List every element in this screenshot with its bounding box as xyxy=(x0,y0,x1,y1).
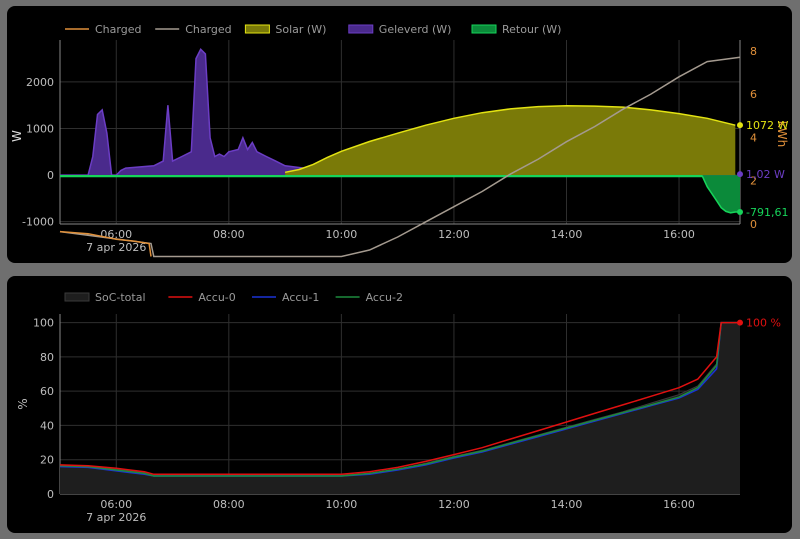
y-tick-label: 100 xyxy=(33,317,54,330)
solar-series-area xyxy=(285,105,736,176)
y-tick-label: 80 xyxy=(40,351,54,364)
x-tick-label: 12:00 xyxy=(438,228,470,241)
y2-tick-label: 6 xyxy=(750,88,757,101)
legend-label: Accu-1 xyxy=(282,291,319,304)
y-tick-label: 20 xyxy=(40,454,54,467)
x-date-label: 7 apr 2026 xyxy=(86,511,146,524)
legend-label: Retour (W) xyxy=(502,23,561,36)
y-tick-label: 0 xyxy=(47,488,54,501)
end-marker xyxy=(737,208,743,215)
soc-end-label: 100 % xyxy=(746,317,781,330)
legend-label: Accu-0 xyxy=(198,291,235,304)
legend-label: Accu-2 xyxy=(366,291,403,304)
x-tick-label: 14:00 xyxy=(551,498,583,511)
y-tick-label: 60 xyxy=(40,385,54,398)
x-tick-label: 12:00 xyxy=(438,498,470,511)
y2-tick-label: 8 xyxy=(750,45,757,58)
legend-label: SoC-total xyxy=(95,291,146,304)
soc-chart-panel: 06:00 7 apr 2026 08:00 10:00 12:00 14:00 16:00… xyxy=(7,276,792,533)
y-tick-label: 2000 xyxy=(26,76,54,89)
solar-end-label: 1072 W xyxy=(746,119,788,132)
retour-series-area xyxy=(60,175,740,213)
y-tick-label: 0 xyxy=(47,169,54,182)
y-axis-title: % xyxy=(16,398,30,409)
x-tick-label: 14:00 xyxy=(551,228,583,241)
legend-label: Solar (W) xyxy=(275,23,326,36)
legend-label: Charged xyxy=(185,23,231,36)
legend-label: Charged xyxy=(95,23,141,36)
legend-swatch xyxy=(64,292,90,302)
end-marker xyxy=(737,122,743,129)
x-tick-label: 06:00 xyxy=(100,498,132,511)
power-chart[interactable]: 06:007 apr 202608:00 10:00 12:00 14:00 16:00… xyxy=(7,6,792,263)
power-chart-panel: 06:00 7 apr 2026 08:00 10:00 12:00 14:00 16:00… xyxy=(7,6,792,263)
x-tick-label: 08:00 xyxy=(213,228,245,241)
y-tick-label: -1000 xyxy=(22,216,54,229)
y2-tick-label: 4 xyxy=(750,131,757,144)
x-tick-label: 16:00 xyxy=(663,228,695,241)
geleverd-end-label: 1,02 W xyxy=(746,168,785,181)
x-date-label: 7 apr 2026 xyxy=(86,241,146,254)
end-marker xyxy=(737,171,743,178)
x-tick-label: 10:00 xyxy=(326,498,358,511)
x-tick-label: 16:00 xyxy=(663,498,695,511)
retour-series-line xyxy=(60,175,740,214)
legend-label: Geleverd (W) xyxy=(379,23,452,36)
soc-chart[interactable]: 06:007 apr 2026 08:00 10:00 12:00 14:00 16:00… xyxy=(7,276,792,533)
legend-swatch xyxy=(244,24,270,34)
y-tick-label: 1000 xyxy=(26,123,54,136)
legend-swatch xyxy=(471,24,497,34)
y-tick-label: 40 xyxy=(40,419,54,432)
y-axis-title: W xyxy=(10,130,24,142)
x-tick-label: 08:00 xyxy=(213,498,245,511)
retour-end-label: -791,61 W xyxy=(746,206,792,219)
y2-tick-label: 0 xyxy=(750,218,757,231)
end-marker xyxy=(737,319,743,326)
x-tick-label: 10:00 xyxy=(326,228,358,241)
legend-swatch xyxy=(348,24,374,34)
